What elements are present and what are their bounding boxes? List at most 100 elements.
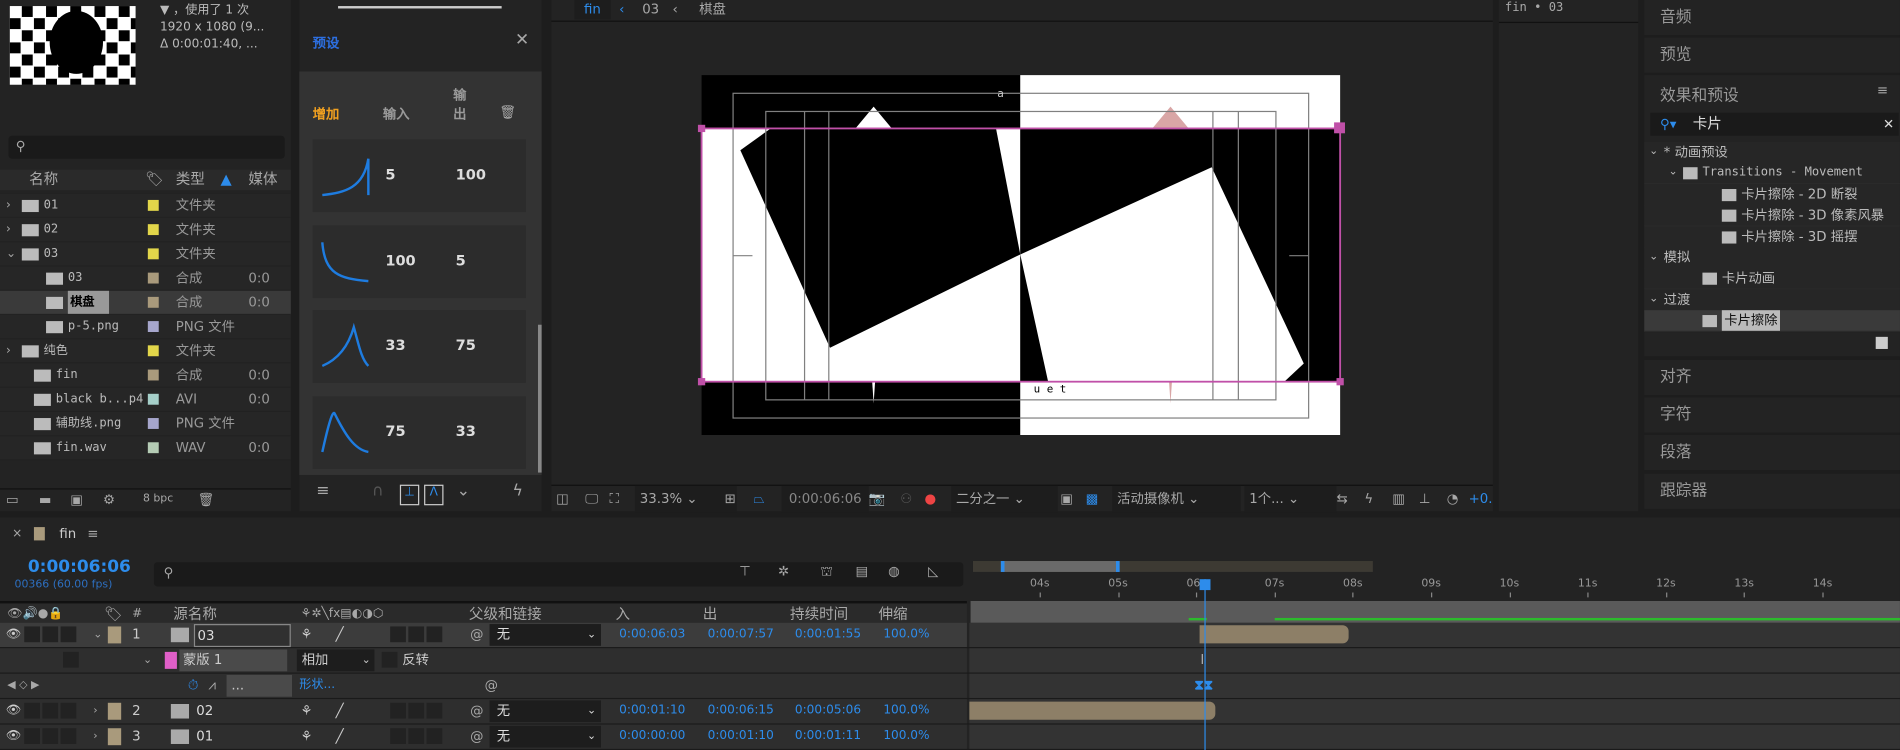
label-color-swatch[interactable] — [147, 418, 159, 429]
effects-tree-item[interactable]: ⌄ 模拟 — [1644, 247, 1900, 269]
layer-duration-bar[interactable] — [1200, 625, 1349, 644]
effects-tree-item[interactable]: 卡片动画 — [1644, 268, 1900, 291]
project-item[interactable]: black b...p4 AVI 0:0 — [0, 387, 291, 412]
effects-tree-item[interactable]: 卡片擦除 - 2D 断裂 — [1644, 183, 1900, 206]
quality-switch-icon[interactable]: ╱ — [336, 623, 344, 647]
switch-box[interactable] — [24, 728, 40, 744]
show-snapshot-icon[interactable]: ⚇ — [900, 486, 912, 513]
visibility-eye-icon[interactable]: 👁 — [6, 725, 21, 749]
pick-whip-icon[interactable]: @ — [485, 674, 498, 698]
project-item[interactable]: › 02 文件夹 — [0, 218, 291, 243]
layer-row[interactable]: 👁 › 3 01 ⚘ ╱ @ 无 ⌄ 0:00:00:00 0:00:01:10 0:00:01:11… — [0, 724, 1900, 750]
always-preview-icon[interactable]: ◫ — [556, 486, 569, 513]
keyframe-navigator-icon[interactable]: ◀ ◇ ▶ — [7, 674, 39, 698]
motion-blur-icon[interactable]: ◍ — [888, 563, 900, 579]
project-item[interactable]: fin.wav WAV 0:0 — [0, 436, 291, 461]
column-media[interactable]: 媒体 — [248, 170, 277, 191]
mask-path-toggle-icon[interactable]: ⏢ — [754, 486, 765, 513]
project-item[interactable]: ⌄ 03 文件夹 — [0, 242, 291, 267]
pixel-aspect-icon[interactable]: ⇆ — [1337, 486, 1348, 513]
character-panel-tab[interactable]: 字符 — [1644, 397, 1900, 433]
switch-box[interactable] — [426, 728, 443, 744]
breadcrumb-fin[interactable]: fin — [574, 0, 611, 20]
expand-chevron-icon[interactable]: ⌄ — [1669, 163, 1678, 184]
mask-visibility-icon[interactable]: ⛶ — [609, 486, 618, 513]
quality-switch-icon[interactable]: ╱ — [336, 725, 344, 749]
switch-box[interactable] — [42, 728, 59, 744]
label-color-swatch[interactable] — [147, 248, 159, 260]
snapshot-icon[interactable]: 📷 — [869, 486, 886, 513]
chevron-right-icon[interactable]: › — [93, 699, 97, 723]
mask-path-row[interactable]: ◀ ◇ ▶⏱⩘...形状...@⧗⧗ — [0, 673, 1900, 700]
invert-checkbox[interactable] — [381, 651, 398, 668]
draft-3d-icon[interactable]: ✲ — [778, 563, 789, 579]
pick-whip-icon[interactable]: @ — [470, 699, 483, 723]
switch-box[interactable] — [63, 651, 79, 668]
menu-icon[interactable]: ≡ — [1877, 82, 1888, 98]
close-icon[interactable]: ✕ — [515, 30, 529, 49]
expand-chevron-icon[interactable]: ⌄ — [1649, 289, 1658, 310]
reset-exposure-icon[interactable]: ◔ — [1447, 486, 1459, 513]
label-color-swatch[interactable] — [147, 345, 159, 357]
switch-box[interactable] — [390, 728, 406, 744]
project-item[interactable]: 辅助线.png PNG 文件 — [0, 411, 291, 437]
quality-switch-icon[interactable]: ╱ — [336, 699, 344, 723]
layer-out[interactable]: 0:00:06:15 — [708, 699, 774, 723]
label-color-swatch[interactable] — [147, 393, 159, 405]
lightning-icon[interactable]: ϟ — [513, 482, 523, 500]
views-select[interactable]: 1个... ⌄ — [1244, 485, 1337, 513]
switch-box[interactable] — [408, 626, 425, 643]
viewer-timecode[interactable]: 0:00:06:06 — [781, 485, 869, 513]
tracker-panel-tab[interactable]: 跟踪器 — [1644, 473, 1900, 509]
label-color-swatch[interactable] — [147, 369, 159, 381]
shy-switch-icon[interactable]: ⚘ — [301, 623, 313, 647]
clear-search-icon[interactable]: ✕ — [1883, 113, 1894, 136]
project-item[interactable]: › 01 文件夹 — [0, 193, 291, 219]
time-navigator-window[interactable] — [1000, 561, 1120, 572]
timeline-tab-fin[interactable]: fin — [59, 526, 76, 542]
label-color-swatch[interactable] — [147, 321, 159, 333]
switch-box[interactable] — [426, 702, 443, 719]
breadcrumb-chessboard[interactable]: 棋盘 — [699, 0, 726, 19]
flowchart-icon[interactable]: ⊥ — [1419, 486, 1431, 513]
layer-name[interactable]: 02 — [194, 700, 269, 721]
pick-whip-icon[interactable]: @ — [470, 725, 483, 749]
project-item[interactable]: 棋盘 合成 0:0 — [0, 290, 291, 316]
label-color-swatch[interactable] — [147, 296, 159, 308]
new-composition-icon[interactable]: ▣ — [70, 492, 83, 508]
switch-box[interactable] — [24, 626, 40, 643]
interpret-footage-icon[interactable]: ▭ — [6, 492, 19, 508]
layer-dur[interactable]: 0:00:01:55 — [795, 623, 861, 647]
shy-layers-icon[interactable]: ⛫ — [820, 563, 832, 581]
layer-stretch[interactable]: 100.0% — [883, 623, 929, 647]
expand-chevron-icon[interactable]: › — [6, 218, 11, 241]
shy-switch-icon[interactable]: ⚘ — [301, 725, 313, 749]
switch-box[interactable] — [426, 626, 443, 643]
mask-row[interactable]: ⌄ 蒙版 1 相加 ⌄ 反转 I — [0, 648, 1900, 674]
effects-tree-item[interactable]: 卡片擦除 - 3D 像素风暴 — [1644, 205, 1900, 227]
add-preset-button[interactable]: 增加 — [313, 104, 340, 123]
expand-chevron-icon[interactable]: ⌄ — [1649, 247, 1658, 268]
visibility-eye-icon[interactable]: 👁 — [6, 699, 21, 723]
project-item[interactable]: fin 合成 0:0 — [0, 363, 291, 388]
label-color-swatch[interactable] — [147, 224, 159, 236]
effects-tree-item[interactable]: 卡片擦除 - 3D 摇摆 — [1644, 226, 1900, 248]
curve-mode-icon[interactable]: Λ — [424, 484, 444, 506]
layer-dur[interactable]: 0:00:01:11 — [795, 725, 861, 749]
preset-card[interactable]: 5 100 — [312, 139, 526, 213]
column-type[interactable]: 类型 — [176, 170, 205, 191]
project-settings-icon[interactable]: ⚙ — [103, 492, 115, 508]
label-color-swatch[interactable] — [107, 626, 122, 644]
switch-box[interactable] — [60, 702, 77, 719]
channels-icon[interactable]: ● — [925, 486, 937, 513]
switch-box[interactable] — [42, 702, 59, 719]
monitor-icon[interactable]: 🖵 — [585, 486, 598, 513]
expand-chevron-icon[interactable]: ⌄ — [1649, 142, 1658, 163]
audio-panel-tab[interactable]: 音频 — [1644, 0, 1900, 36]
comp-mini-flowchart-icon[interactable]: ⊤ — [739, 563, 751, 579]
exposure-value[interactable]: +0. — [1469, 486, 1493, 513]
zoom-select[interactable]: 33.3% ⌄ — [634, 485, 737, 513]
breadcrumb-03[interactable]: 03 — [642, 0, 659, 19]
layer-row[interactable]: 👁 ⌄ 1 03 ⚘ ╱ @ 无 ⌄ 0:00:06:03 0:00:07:57 0:00:01:55… — [0, 622, 1900, 649]
project-item[interactable]: › 纯色 文件夹 — [0, 339, 291, 364]
